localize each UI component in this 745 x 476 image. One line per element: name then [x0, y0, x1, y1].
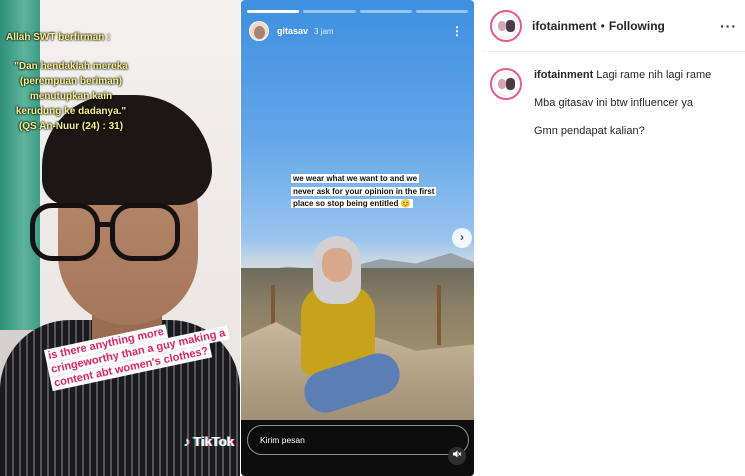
avatar-figure — [498, 79, 506, 89]
avatar[interactable] — [490, 9, 522, 42]
person-face — [322, 248, 352, 282]
story-text: we wear what we want to and we never ask… — [291, 174, 437, 208]
speaker-muted-icon-svg — [453, 450, 462, 458]
caption-text: Lagi rame nih lagi rame — [596, 69, 712, 81]
avatar-figure — [506, 78, 515, 90]
quote-body: "Dan hendaklah mereka (perempuan beriman… — [14, 61, 128, 132]
progress-segment — [359, 10, 412, 13]
tiktok-logo-text: TikTok — [193, 434, 235, 449]
avatar[interactable] — [490, 68, 522, 100]
story-header: gitasav 3 jam ⋮ — [249, 20, 469, 42]
caption-line: ifotainment Lagi rame nih lagi rame — [534, 68, 711, 82]
progress-segment — [303, 10, 356, 13]
story-viewer[interactable]: gitasav 3 jam ⋮ we wear what we want to … — [241, 0, 474, 476]
tiktok-logo: ♪ TikTok — [184, 434, 234, 449]
post-username[interactable]: ifotainment — [532, 19, 597, 33]
story-timestamp: 3 jam — [314, 26, 334, 36]
caption-username[interactable]: ifotainment — [534, 69, 593, 81]
avatar-figure — [506, 19, 515, 32]
caption-line: Mba gitasav ini btw influencer ya — [534, 97, 693, 109]
avatar-figure — [498, 20, 506, 31]
avatar-image — [494, 72, 518, 96]
post-caption: ifotainment Lagi rame nih lagi rame Mba g… — [490, 68, 740, 152]
post-header: ifotainment • Following ··· — [482, 0, 745, 52]
speaker-muted-icon[interactable] — [448, 447, 466, 465]
progress-segment — [415, 10, 468, 13]
tiktok-screenshot: Allah SWT berfirman : "Dan hendaklah mer… — [0, 0, 240, 476]
more-options-icon[interactable]: ··· — [720, 18, 737, 34]
avatar[interactable] — [249, 21, 269, 41]
caption-body: ifotainment Lagi rame nih lagi rame Mba g… — [534, 68, 711, 152]
avatar-image — [494, 13, 518, 38]
glasses-left-lens — [30, 203, 100, 261]
chevron-right-icon[interactable]: › — [452, 228, 472, 248]
quote-title: Allah SWT berfirman : — [6, 32, 111, 43]
more-vertical-icon[interactable]: ⋮ — [451, 25, 463, 37]
wooden-pole — [437, 285, 441, 345]
story-text-sticker: we wear what we want to and we never ask… — [291, 173, 437, 211]
glasses-right-lens — [110, 203, 180, 261]
tiktok-note-icon: ♪ — [184, 434, 191, 449]
story-progress-bar — [247, 10, 468, 13]
separator-dot: • — [600, 18, 605, 33]
story-username[interactable]: gitasav — [277, 26, 308, 36]
quote-text: Allah SWT berfirman : "Dan hendaklah mer… — [6, 30, 136, 134]
glasses-bridge — [98, 222, 112, 227]
progress-segment — [247, 10, 300, 13]
reply-input[interactable]: Kirim pesan — [247, 425, 469, 455]
following-button[interactable]: Following — [609, 19, 665, 33]
caption-line: Gmn pendapat kalian? — [534, 125, 645, 137]
instagram-post-panel: ifotainment • Following ··· ifotainment L… — [482, 0, 745, 476]
